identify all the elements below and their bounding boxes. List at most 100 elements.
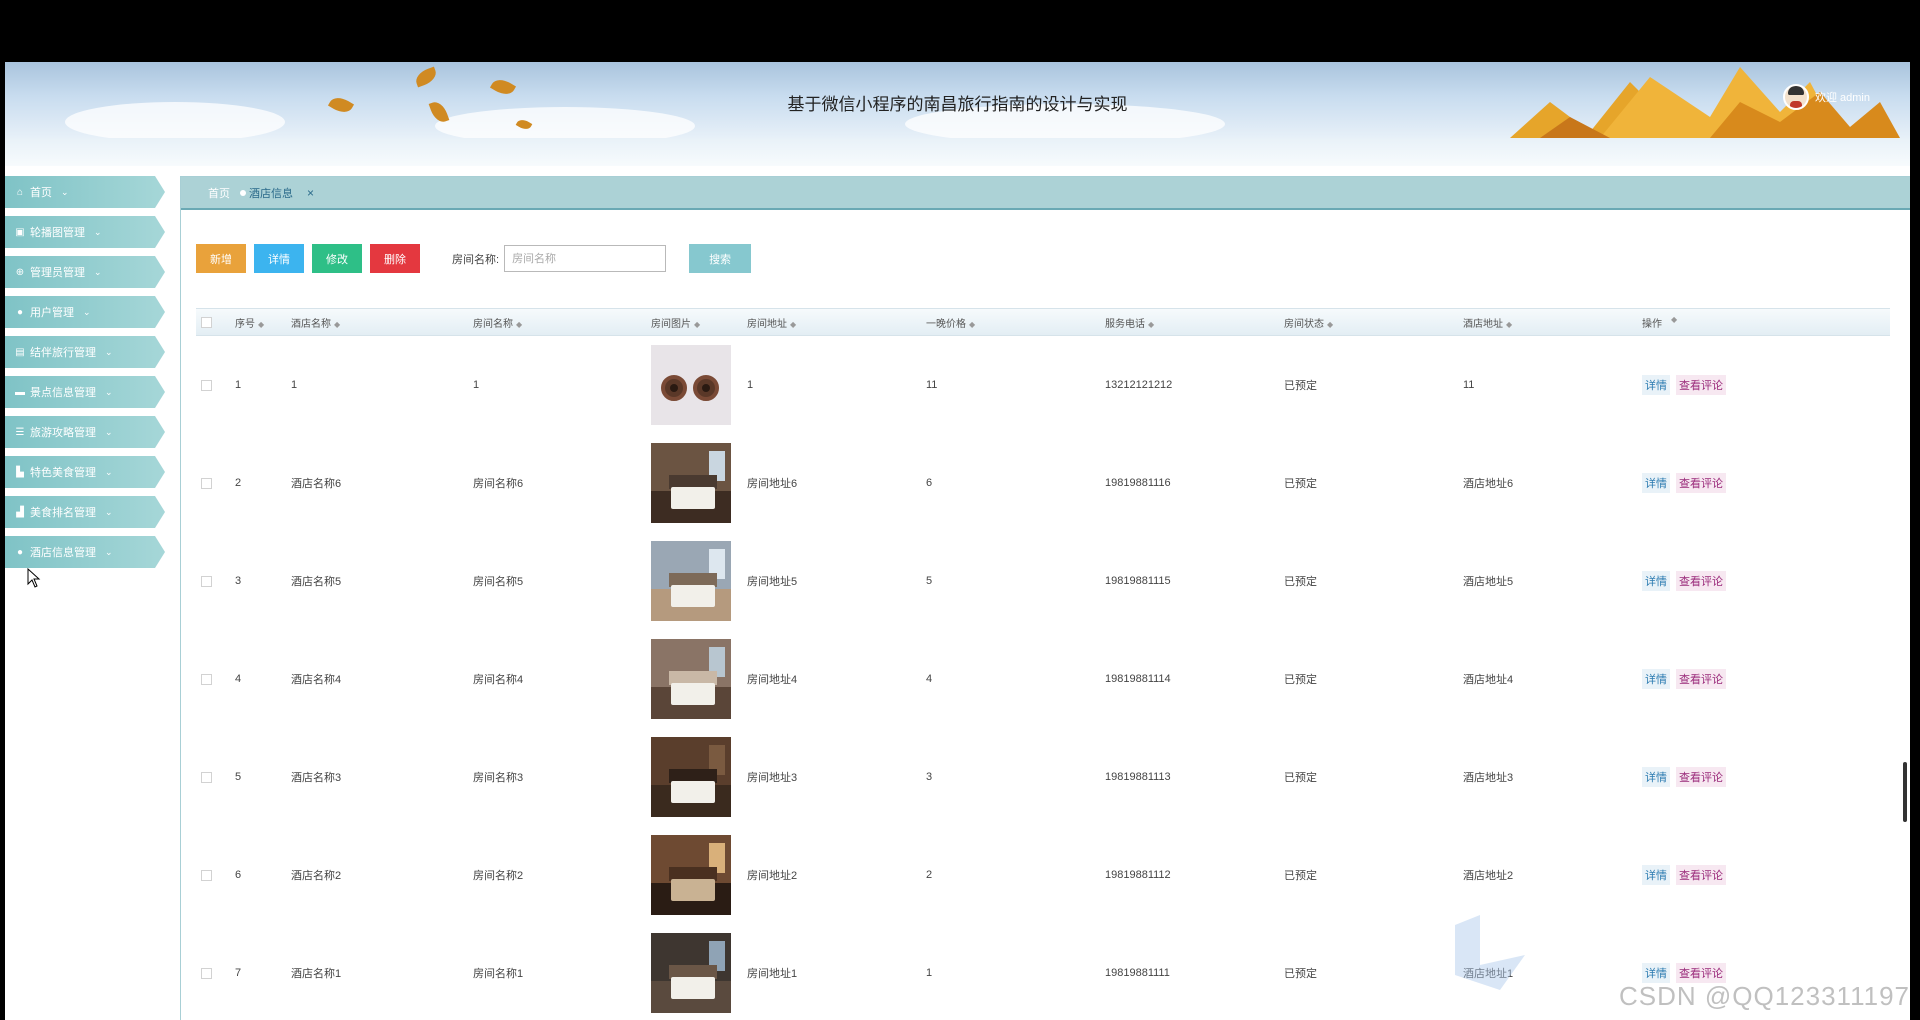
column-header[interactable]: 酒店地址 ◆ [1463, 315, 1642, 330]
table-row[interactable]: 3 酒店名称5 房间名称5 房间地址5 5 19819881115 已预定 酒店… [196, 532, 1890, 630]
row-review-link[interactable]: 查看评论 [1676, 571, 1726, 591]
cell-price: 5 [926, 575, 933, 587]
row-review-link[interactable]: 查看评论 [1676, 963, 1726, 983]
table-row[interactable]: 4 酒店名称4 房间名称4 房间地址4 4 19819881114 已预定 酒店… [196, 630, 1890, 728]
room-image[interactable] [651, 737, 731, 817]
room-image[interactable] [651, 541, 731, 621]
room-image[interactable] [651, 835, 731, 915]
row-review-link[interactable]: 查看评论 [1676, 473, 1726, 493]
search-input[interactable] [504, 245, 667, 272]
row-checkbox[interactable] [201, 673, 212, 685]
delete-button[interactable]: 删除 [370, 244, 420, 273]
sort-icon[interactable]: ◆ [516, 320, 522, 329]
sort-icon[interactable]: ◆ [1327, 320, 1333, 329]
tab-hotel-info[interactable]: 酒店信息 [240, 185, 293, 201]
cell-hotel-address: 11 [1463, 379, 1475, 391]
column-header[interactable]: 一晚价格 ◆ [926, 315, 1105, 330]
row-checkbox[interactable] [201, 379, 212, 391]
row-checkbox[interactable] [201, 771, 212, 783]
user-menu[interactable]: 欢迎 admin [1782, 84, 1870, 110]
chevron-down-icon: ⌄ [83, 306, 91, 317]
sidebar-item-attractions[interactable]: ▬ 景点信息管理 ⌄ [5, 376, 165, 408]
table-row[interactable]: 5 酒店名称3 房间名称3 房间地址3 3 19819881113 已预定 酒店… [196, 728, 1890, 826]
row-detail-link[interactable]: 详情 [1642, 865, 1670, 885]
sort-icon[interactable]: ◆ [1506, 320, 1512, 329]
cell-phone: 19819881113 [1105, 771, 1171, 783]
tab-home[interactable]: 首页 [208, 185, 230, 201]
chevron-down-icon: ⌄ [105, 466, 113, 477]
cell-no: 2 [235, 477, 242, 489]
column-header[interactable]: 操作 ◆ [1642, 315, 1842, 330]
detail-button[interactable]: 详情 [254, 244, 304, 273]
cell-no: 4 [235, 673, 242, 685]
column-header[interactable]: 房间地址 ◆ [747, 315, 926, 330]
close-icon[interactable]: × [307, 186, 314, 200]
cell-hotel-name: 酒店名称4 [291, 674, 342, 686]
row-checkbox[interactable] [201, 869, 212, 881]
column-header[interactable]: 服务电话 ◆ [1105, 315, 1284, 330]
row-detail-link[interactable]: 详情 [1642, 669, 1670, 689]
table-row[interactable]: 2 酒店名称6 房间名称6 房间地址6 6 19819881116 已预定 酒店… [196, 434, 1890, 532]
column-header[interactable]: 房间图片 ◆ [651, 315, 747, 330]
cell-price: 2 [926, 869, 933, 881]
column-header[interactable]: 房间名称 ◆ [473, 315, 651, 330]
room-image[interactable] [651, 639, 731, 719]
row-detail-link[interactable]: 详情 [1642, 767, 1670, 787]
row-detail-link[interactable]: 详情 [1642, 571, 1670, 591]
sidebar-item-guides[interactable]: ☰ 旅游攻略管理 ⌄ [5, 416, 165, 448]
admin-app: 基于微信小程序的南昌旅行指南的设计与实现 欢迎 admin ⌂ 首页 ⌄ ▣ 轮… [5, 62, 1910, 1020]
select-all-checkbox[interactable] [201, 316, 212, 328]
sidebar-item-hotels[interactable]: ● 酒店信息管理 ⌄ [5, 536, 165, 568]
cell-price: 3 [926, 771, 933, 783]
edit-button[interactable]: 修改 [312, 244, 362, 273]
sort-icon[interactable]: ◆ [1148, 320, 1154, 329]
cell-room-address: 房间地址6 [747, 478, 798, 490]
sidebar-item-users[interactable]: ● 用户管理 ⌄ [5, 296, 165, 328]
sort-icon[interactable]: ◆ [334, 320, 340, 329]
row-checkbox[interactable] [201, 575, 212, 587]
sort-icon[interactable]: ◆ [258, 320, 264, 329]
column-header[interactable]: 序号 ◆ [235, 315, 291, 330]
row-detail-link[interactable]: 详情 [1642, 375, 1670, 395]
main-panel: 首页 酒店信息 × 新增 详情 修改 删除 房间名称: 搜索 序号◆ 酒店名称◆… [180, 176, 1910, 1020]
cell-price: 4 [926, 673, 933, 685]
tab-dot-icon [240, 189, 246, 196]
room-image[interactable] [651, 933, 731, 1013]
row-review-link[interactable]: 查看评论 [1676, 767, 1726, 787]
row-review-link[interactable]: 查看评论 [1676, 865, 1726, 885]
column-header[interactable]: 酒店名称 ◆ [291, 315, 473, 330]
sort-icon[interactable]: ◆ [790, 320, 796, 329]
sort-icon[interactable]: ◆ [1671, 315, 1677, 330]
cell-phone: 19819881112 [1105, 869, 1171, 881]
sidebar-item-food-ranking[interactable]: ▟ 美食排名管理 ⌄ [5, 496, 165, 528]
cell-hotel-name: 1 [291, 379, 298, 391]
sidebar-item-home[interactable]: ⌂ 首页 ⌄ [5, 176, 165, 208]
search-button[interactable]: 搜索 [689, 244, 752, 273]
chevron-down-icon: ⌄ [105, 506, 113, 517]
table-row[interactable]: 1 1 1 1 11 13212121212 已预定 11 详情 查看评论 [196, 336, 1890, 434]
row-review-link[interactable]: 查看评论 [1676, 375, 1726, 395]
row-checkbox[interactable] [201, 477, 212, 489]
room-image[interactable] [651, 443, 731, 523]
welcome-text: 欢迎 admin [1814, 92, 1870, 104]
sidebar-item-carousel[interactable]: ▣ 轮播图管理 ⌄ [5, 216, 165, 248]
scrollbar-thumb[interactable] [1903, 762, 1907, 822]
add-button[interactable]: 新增 [196, 244, 246, 273]
sidebar-item-travel-partners[interactable]: ▤ 结伴旅行管理 ⌄ [5, 336, 165, 368]
cell-no: 6 [235, 869, 242, 881]
row-detail-link[interactable]: 详情 [1642, 963, 1670, 983]
sidebar-item-admins[interactable]: ⊕ 管理员管理 ⌄ [5, 256, 165, 288]
sort-icon[interactable]: ◆ [694, 320, 700, 329]
table-row[interactable]: 6 酒店名称2 房间名称2 房间地址2 2 19819881112 已预定 酒店… [196, 826, 1890, 924]
cell-hotel-name: 酒店名称3 [291, 772, 342, 784]
row-detail-link[interactable]: 详情 [1642, 473, 1670, 493]
room-image[interactable] [651, 345, 731, 425]
row-checkbox[interactable] [201, 967, 212, 979]
sidebar-item-food[interactable]: ▙ 特色美食管理 ⌄ [5, 456, 165, 488]
cell-no: 7 [235, 967, 242, 979]
column-header[interactable]: 房间状态 ◆ [1284, 315, 1463, 330]
row-review-link[interactable]: 查看评论 [1676, 669, 1726, 689]
cell-no: 3 [235, 575, 242, 587]
sort-icon[interactable]: ◆ [969, 320, 975, 329]
avatar[interactable] [1782, 84, 1809, 110]
